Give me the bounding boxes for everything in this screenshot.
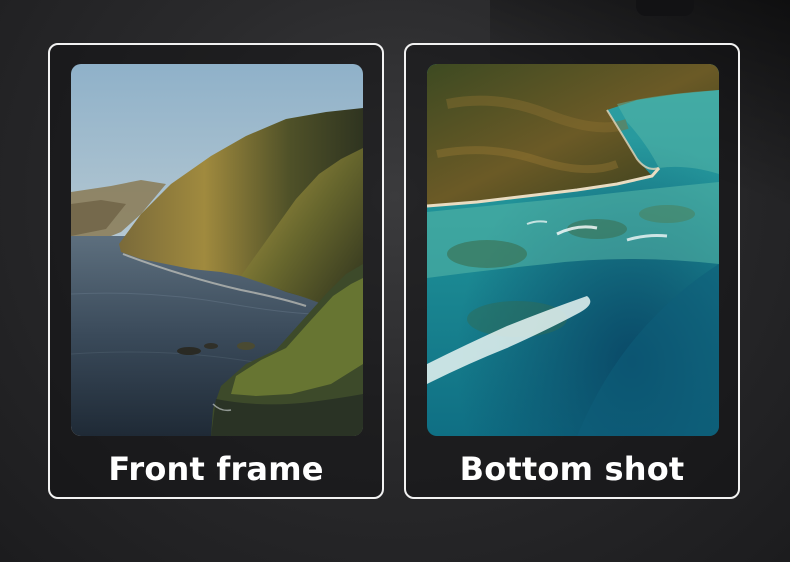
bottom-shot-caption: Bottom shot [459,450,685,488]
front-frame-caption: Front frame [108,450,324,488]
background-device-edge [636,0,694,16]
bottom-shot-card: Bottom shot [404,43,740,499]
coastal-cliffs-image [71,64,363,436]
bottom-shot-photo [427,64,719,436]
aerial-reef-image [427,64,719,436]
front-frame-photo [71,64,363,436]
front-frame-card: Front frame [48,43,384,499]
